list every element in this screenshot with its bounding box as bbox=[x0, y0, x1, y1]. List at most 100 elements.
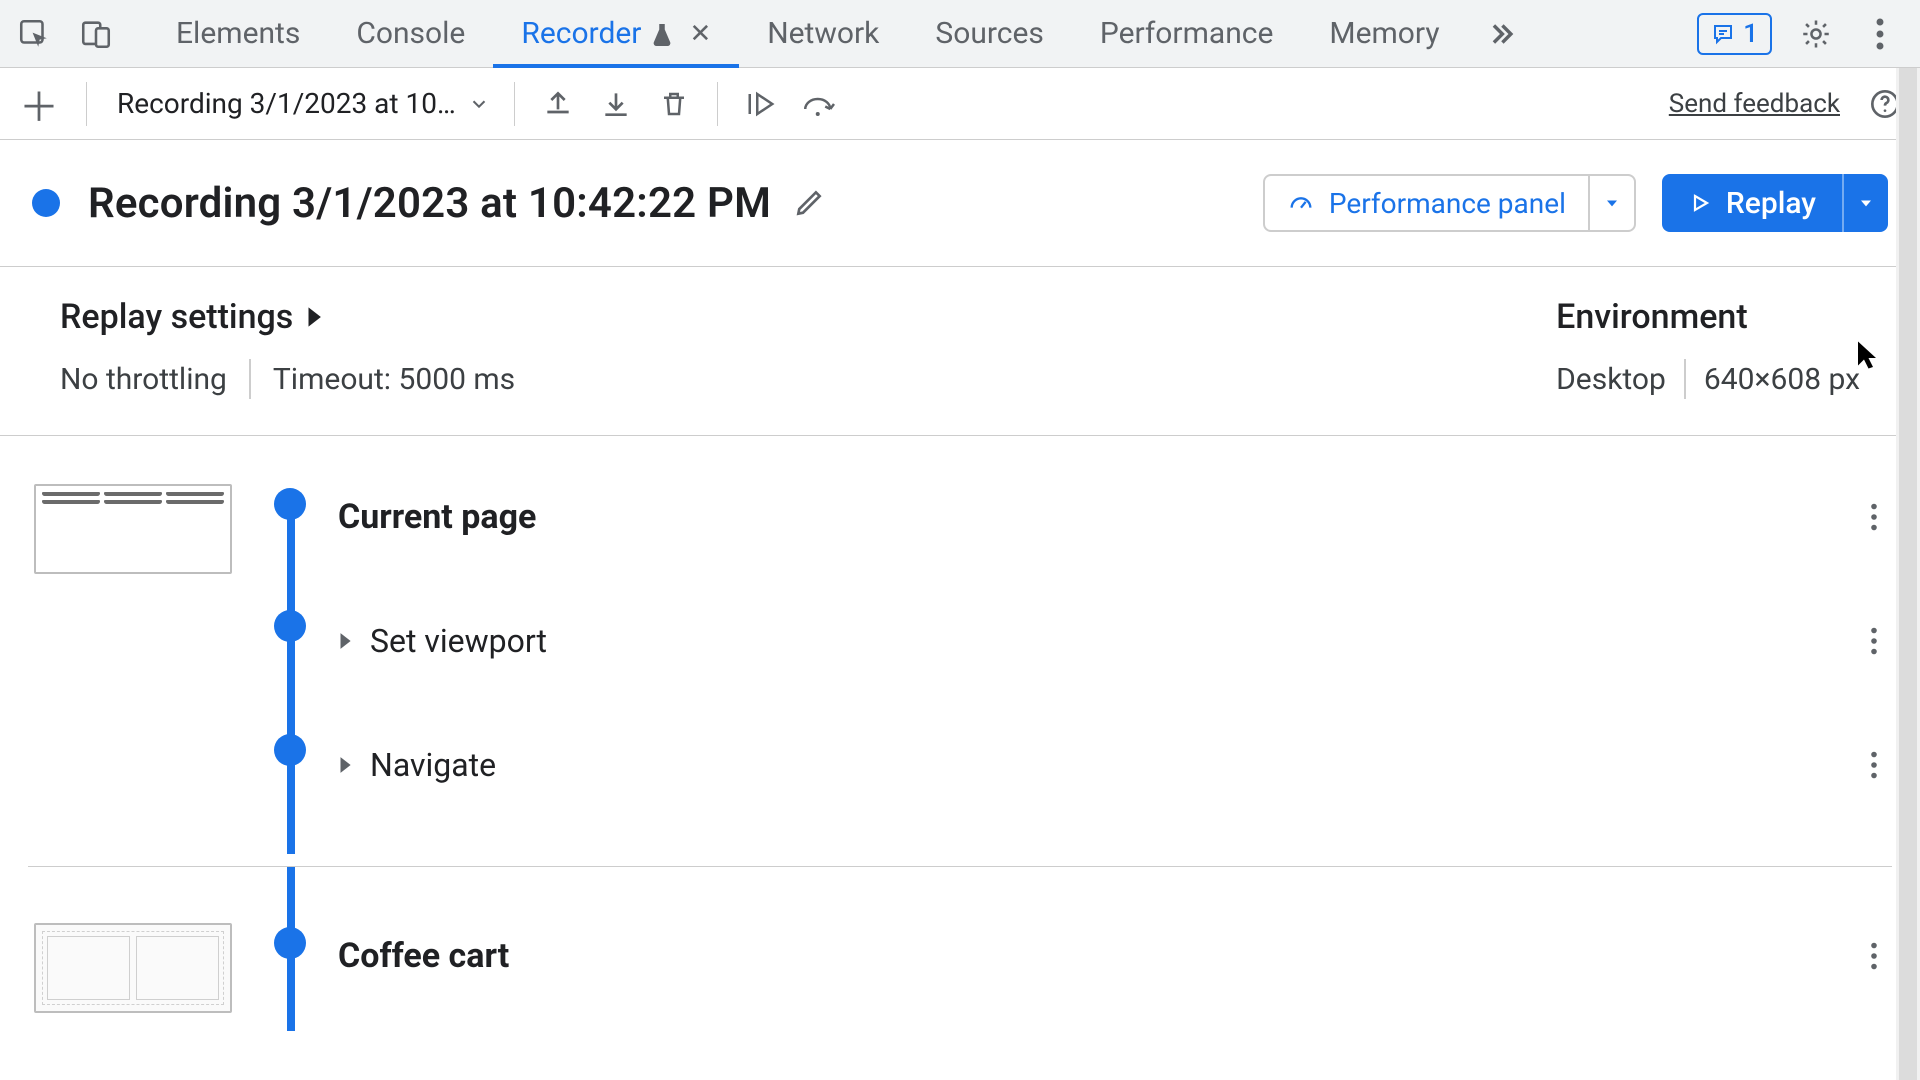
tab-performance[interactable]: Performance bbox=[1072, 0, 1302, 67]
step-row[interactable]: Current page bbox=[338, 486, 1892, 548]
step-title: Current page bbox=[338, 497, 536, 537]
step-play-icon[interactable] bbox=[742, 85, 780, 123]
recording-title-row: Recording 3/1/2023 at 10:42:22 PM Perfor… bbox=[0, 140, 1920, 266]
chevron-down-icon bbox=[468, 93, 490, 115]
step-kebab-icon[interactable] bbox=[1856, 623, 1892, 659]
flask-icon bbox=[651, 22, 673, 48]
record-dot-icon bbox=[32, 189, 60, 217]
issues-badge[interactable]: 1 bbox=[1697, 13, 1772, 55]
gear-icon[interactable] bbox=[1796, 14, 1836, 54]
environment-heading: Environment bbox=[1556, 297, 1860, 337]
export-icon[interactable] bbox=[597, 85, 635, 123]
step-group: Coffee cart bbox=[28, 867, 1892, 1031]
tab-label: Recorder bbox=[521, 16, 641, 51]
replay-dropdown[interactable] bbox=[1842, 174, 1888, 232]
replay-settings-heading: Replay settings bbox=[60, 297, 293, 337]
tab-network[interactable]: Network bbox=[739, 0, 907, 67]
steps-list: Current page Set viewport Navigate bbox=[0, 436, 1920, 1031]
tab-label: Console bbox=[356, 16, 465, 51]
caret-down-icon bbox=[1856, 193, 1876, 213]
recording-dropdown-label: Recording 3/1/2023 at 10… bbox=[117, 87, 456, 120]
divider bbox=[1684, 359, 1686, 399]
inspect-element-icon[interactable] bbox=[14, 14, 54, 54]
timeout-value: Timeout: 5000 ms bbox=[273, 362, 515, 397]
performance-panel-dropdown[interactable] bbox=[1588, 176, 1634, 230]
recording-dropdown[interactable]: Recording 3/1/2023 at 10… bbox=[117, 87, 490, 120]
tab-label: Sources bbox=[935, 16, 1043, 51]
tab-console[interactable]: Console bbox=[328, 0, 493, 67]
tab-recorder[interactable]: Recorder ✕ bbox=[493, 0, 739, 67]
main-area: ＋ Recording 3/1/2023 at 10… Send feedbac… bbox=[0, 68, 1920, 1080]
replay-settings-toggle[interactable]: Replay settings bbox=[60, 297, 515, 337]
settings-row: Replay settings No throttling Timeout: 5… bbox=[0, 267, 1920, 436]
kebab-icon[interactable] bbox=[1860, 14, 1900, 54]
close-tab-icon[interactable]: ✕ bbox=[689, 19, 711, 49]
step-label: Set viewport bbox=[370, 622, 547, 660]
env-device: Desktop bbox=[1556, 362, 1666, 397]
timeline bbox=[262, 484, 314, 836]
step-group: Current page Set viewport Navigate bbox=[28, 484, 1892, 854]
tab-elements[interactable]: Elements bbox=[148, 0, 328, 67]
issues-count: 1 bbox=[1743, 19, 1758, 49]
edit-title-icon[interactable] bbox=[793, 187, 825, 219]
step-kebab-icon[interactable] bbox=[1856, 747, 1892, 783]
timeline bbox=[262, 923, 314, 1013]
device-toggle-icon[interactable] bbox=[76, 14, 116, 54]
tabstrip-right: 1 bbox=[1697, 13, 1912, 55]
step-kebab-icon[interactable] bbox=[1856, 938, 1892, 974]
step-over-icon[interactable] bbox=[800, 85, 838, 123]
step-thumbnail[interactable] bbox=[34, 484, 232, 574]
send-feedback-link[interactable]: Send feedback bbox=[1669, 89, 1840, 119]
gauge-icon bbox=[1287, 189, 1315, 217]
chevrons-right-icon bbox=[1484, 17, 1518, 51]
divider bbox=[717, 82, 718, 126]
tab-label: Network bbox=[767, 16, 879, 51]
performance-panel-button: Performance panel bbox=[1263, 174, 1636, 232]
divider bbox=[514, 82, 515, 126]
toolbar-right: Send feedback bbox=[1669, 85, 1904, 123]
scrollbar[interactable] bbox=[1896, 68, 1920, 1080]
recording-title: Recording 3/1/2023 at 10:42:22 PM bbox=[88, 179, 771, 228]
step-row[interactable]: Navigate bbox=[338, 734, 1892, 796]
replay-button: Replay bbox=[1662, 174, 1888, 232]
delete-icon[interactable] bbox=[655, 85, 693, 123]
step-title: Coffee cart bbox=[338, 936, 509, 976]
panel-tabs: Elements Console Recorder ✕ Network Sour… bbox=[148, 0, 1534, 67]
thumb-col bbox=[28, 484, 238, 836]
message-icon bbox=[1711, 22, 1735, 46]
tab-overflow[interactable] bbox=[1468, 0, 1534, 67]
step-kebab-icon[interactable] bbox=[1856, 499, 1892, 535]
environment-values: Desktop 640×608 px bbox=[1556, 359, 1860, 399]
environment-section: Environment Desktop 640×608 px bbox=[1556, 297, 1860, 399]
performance-panel-main[interactable]: Performance panel bbox=[1265, 176, 1588, 230]
tabstrip-left-icons bbox=[8, 14, 134, 54]
caret-down-icon bbox=[1602, 193, 1622, 213]
step-row[interactable]: Set viewport bbox=[338, 610, 1892, 672]
recorder-toolbar: ＋ Recording 3/1/2023 at 10… Send feedbac… bbox=[0, 68, 1920, 140]
divider bbox=[86, 82, 87, 126]
replay-main[interactable]: Replay bbox=[1662, 174, 1842, 232]
tab-memory[interactable]: Memory bbox=[1301, 0, 1467, 67]
step-thumbnail[interactable] bbox=[34, 923, 232, 1013]
env-viewport: 640×608 px bbox=[1704, 362, 1860, 397]
step-label: Navigate bbox=[370, 746, 496, 784]
new-recording-button[interactable]: ＋ bbox=[16, 75, 62, 133]
thumb-col bbox=[28, 923, 238, 1013]
replay-label: Replay bbox=[1726, 186, 1816, 221]
caret-right-icon bbox=[338, 756, 358, 774]
caret-right-icon bbox=[305, 306, 323, 328]
throttling-value: No throttling bbox=[60, 362, 227, 397]
step-col: Coffee cart bbox=[338, 923, 1892, 1013]
scrollbar-thumb[interactable] bbox=[1899, 68, 1917, 1080]
tab-sources[interactable]: Sources bbox=[907, 0, 1071, 67]
play-icon bbox=[1688, 191, 1712, 215]
step-row[interactable]: Coffee cart bbox=[338, 925, 1892, 987]
tab-label: Memory bbox=[1329, 16, 1439, 51]
tab-label: Elements bbox=[176, 16, 300, 51]
import-icon[interactable] bbox=[539, 85, 577, 123]
step-col: Current page Set viewport Navigate bbox=[338, 484, 1892, 836]
performance-panel-label: Performance panel bbox=[1329, 187, 1566, 220]
caret-right-icon bbox=[338, 632, 358, 650]
tab-label: Performance bbox=[1100, 16, 1274, 51]
divider bbox=[249, 359, 251, 399]
